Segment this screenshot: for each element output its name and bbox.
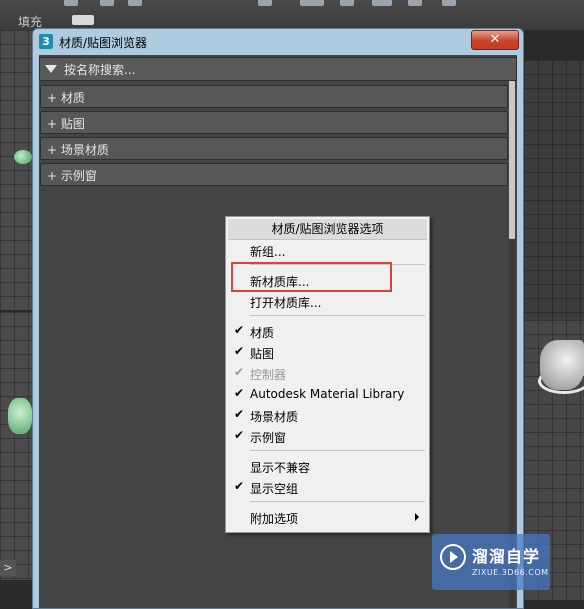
play-logo-icon: [440, 544, 466, 570]
checkmark-icon: ✔: [234, 365, 245, 379]
toolbar-icon[interactable]: [128, 0, 142, 6]
menu-item-controllers: ✔ 控制器: [228, 363, 427, 383]
menu-item-label: 显示不兼容: [250, 461, 311, 475]
menu-item-label: 打开材质库...: [250, 296, 322, 310]
toolbar-icon[interactable]: [64, 0, 78, 6]
menu-item-label: 新组...: [250, 245, 286, 259]
expand-arrow-button[interactable]: >: [0, 560, 16, 576]
viewport-left[interactable]: [0, 312, 36, 580]
menu-item-show-incompatible[interactable]: 显示不兼容: [228, 456, 427, 476]
viewport-top[interactable]: [0, 30, 36, 310]
toolbar-icon[interactable]: [442, 0, 456, 6]
menu-separator: [250, 315, 425, 316]
menu-item-label: 显示空组: [250, 482, 299, 496]
submenu-arrow-icon: [415, 513, 419, 521]
checkmark-icon: ✔: [234, 344, 245, 358]
watermark-subtitle: ZIXUE.3D66.COM: [472, 568, 549, 577]
rollout-label: + 示例窗: [47, 169, 97, 183]
checkmark-icon: ✔: [234, 323, 245, 337]
rollout-label: + 贴图: [47, 117, 85, 131]
rollout-maps[interactable]: + 贴图: [40, 111, 508, 134]
app-logo-icon: 3: [39, 34, 53, 49]
menu-item-label: 附加选项: [250, 512, 299, 526]
watermark-logo: 溜溜自学 ZIXUE.3D66.COM: [432, 534, 550, 590]
scrollbar[interactable]: [509, 81, 515, 608]
rollout-sample-slots[interactable]: + 示例窗: [40, 163, 508, 186]
menu-item-label: 控制器: [250, 368, 287, 382]
menu-item-label: 材质: [250, 326, 275, 340]
dialog-title: 材质/贴图浏览器: [59, 36, 148, 50]
watermark-title: 溜溜自学: [472, 547, 541, 566]
teapot-object[interactable]: [14, 150, 32, 164]
menu-item-autodesk-material-library[interactable]: ✔ Autodesk Material Library: [228, 384, 427, 404]
annotation-highlight-box: [231, 262, 392, 292]
menu-item-materials[interactable]: ✔ 材质: [228, 321, 427, 341]
teapot-object[interactable]: [8, 398, 32, 434]
toolbar-icon[interactable]: [340, 0, 354, 6]
rollout-label: + 场景材质: [47, 143, 109, 157]
toolbar-icon[interactable]: [258, 0, 272, 6]
checkmark-icon: ✔: [234, 407, 245, 421]
menu-item-label: 示例窗: [250, 431, 287, 445]
menu-header: 材质/贴图浏览器选项: [228, 219, 427, 240]
menu-item-open-material-library[interactable]: 打开材质库...: [228, 291, 427, 311]
menu-item-new-group[interactable]: 新组...: [228, 240, 427, 260]
toolbar-icon[interactable]: [300, 0, 324, 6]
toolbar-icon[interactable]: [372, 0, 392, 6]
dropdown-triangle-icon[interactable]: [45, 65, 57, 73]
menu-item-maps[interactable]: ✔ 贴图: [228, 342, 427, 362]
scrollbar-thumb[interactable]: [509, 81, 515, 239]
search-placeholder: 按名称搜索...: [64, 63, 136, 77]
menu-item-scene-materials[interactable]: ✔ 场景材质: [228, 405, 427, 425]
checkmark-icon: ✔: [234, 386, 245, 400]
menu-item-label: 场景材质: [250, 410, 299, 424]
menu-item-additional-options[interactable]: 附加选项: [228, 507, 427, 527]
menu-item-show-empty-groups[interactable]: ✔ 显示空组: [228, 477, 427, 497]
checkmark-icon: ✔: [234, 428, 245, 442]
main-toolbar: 填充: [0, 0, 584, 30]
menu-item-label: 贴图: [250, 347, 275, 361]
toolbar-icon[interactable]: [408, 0, 422, 6]
menu-separator: [250, 501, 425, 502]
titlebar[interactable]: 3 材质/贴图浏览器 ✕: [33, 29, 523, 55]
toolbar-icon[interactable]: [100, 0, 114, 6]
menu-item-sample-slots[interactable]: ✔ 示例窗: [228, 426, 427, 446]
search-by-name-input[interactable]: 按名称搜索...: [39, 57, 517, 81]
fill-dropdown[interactable]: [72, 15, 94, 25]
checkmark-icon: ✔: [234, 479, 245, 493]
rollout-label: + 材质: [47, 91, 85, 105]
menu-item-label: Autodesk Material Library: [250, 387, 405, 401]
menu-separator: [250, 450, 425, 451]
teapot-object[interactable]: [540, 340, 584, 390]
rollout-scene-materials[interactable]: + 场景材质: [40, 137, 508, 160]
rollout-materials[interactable]: + 材质: [40, 85, 508, 108]
close-button[interactable]: ✕: [471, 30, 519, 50]
